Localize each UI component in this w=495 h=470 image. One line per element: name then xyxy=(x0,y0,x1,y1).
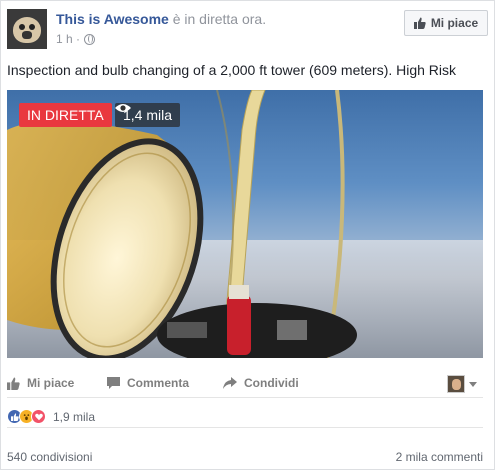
red-bulb xyxy=(227,295,251,355)
avatar-eye-left xyxy=(19,24,25,30)
viewers-badge: 1,4 mila xyxy=(115,103,181,127)
avatar-snout xyxy=(22,31,32,39)
action-bar: Mi piace Commenta Condividi xyxy=(7,372,483,398)
author-status: è in diretta ora. xyxy=(168,11,267,27)
post-meta: 1 h · xyxy=(56,32,96,46)
post-card: This is Awesome è in diretta ora. 1 h · … xyxy=(0,0,495,470)
actor-selector[interactable] xyxy=(447,375,477,393)
post-text: Inspection and bulb changing of a 2,000 … xyxy=(7,62,457,78)
shares-count-link[interactable]: 540 condivisioni xyxy=(7,450,92,464)
comments-count-link[interactable]: 2 mila commenti xyxy=(396,450,483,464)
love-reaction-icon xyxy=(31,409,46,424)
author-line: This is Awesome è in diretta ora. xyxy=(56,11,266,27)
share-icon xyxy=(223,377,237,389)
like-action-label: Mi piace xyxy=(27,376,75,390)
eye-icon xyxy=(115,104,131,112)
comment-action-label: Commenta xyxy=(127,376,190,390)
comment-action-button[interactable]: Commenta xyxy=(107,376,189,390)
video-frame-illustration xyxy=(7,90,483,358)
reactions-summary[interactable]: 1,9 mila xyxy=(7,406,483,428)
author-name-link[interactable]: This is Awesome xyxy=(56,11,169,27)
post-stats-footer: 540 condivisioni 2 mila commenti xyxy=(7,450,483,466)
live-video[interactable]: IN DIRETTA 1,4 mila xyxy=(7,90,483,358)
chevron-down-icon xyxy=(469,381,477,387)
like-action-button[interactable]: Mi piace xyxy=(7,376,74,390)
like-page-button[interactable]: Mi piace xyxy=(404,10,488,36)
reactions-count[interactable]: 1,9 mila xyxy=(53,410,95,424)
thumbs-up-icon xyxy=(7,377,20,390)
live-badge: IN DIRETTA xyxy=(19,103,112,127)
post-header: This is Awesome è in diretta ora. 1 h · … xyxy=(7,9,488,49)
avatar-face xyxy=(13,17,41,43)
thumbs-up-icon xyxy=(413,17,426,29)
share-action-button[interactable]: Condividi xyxy=(223,376,299,390)
comment-icon xyxy=(107,377,120,389)
page-avatar[interactable] xyxy=(7,9,47,49)
actor-avatar xyxy=(447,375,465,393)
avatar-eye-right xyxy=(29,24,35,30)
post-timestamp[interactable]: 1 h · xyxy=(56,32,80,46)
globe-icon[interactable] xyxy=(84,33,96,45)
like-page-label: Mi piace xyxy=(430,16,479,30)
share-action-label: Condividi xyxy=(244,376,299,390)
